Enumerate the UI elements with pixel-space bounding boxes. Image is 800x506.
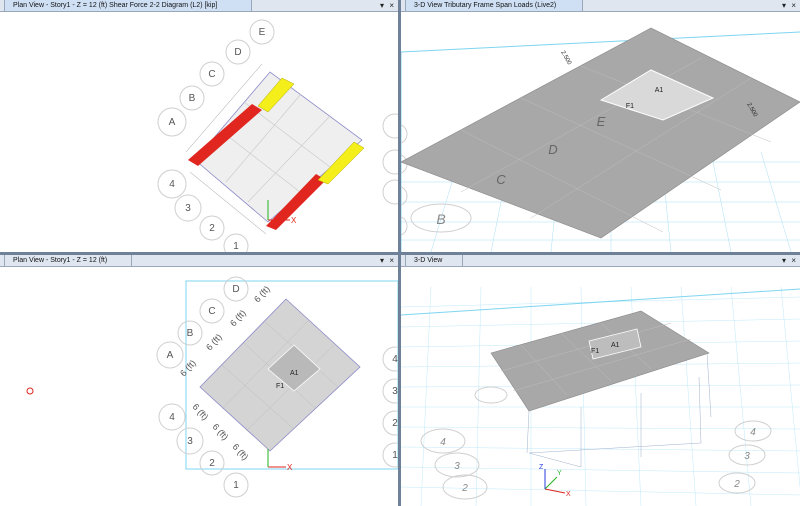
frame-label: F1	[276, 383, 284, 390]
slab-3d	[490, 310, 710, 412]
viewport-canvas[interactable]: A1 F1 4 3 2 4 3 2 X Y Z	[401, 267, 800, 506]
axis-y-line	[544, 476, 558, 490]
grid-bubble-label: 1	[233, 241, 239, 252]
frame-label: F1	[591, 348, 599, 355]
pane-3d-loads[interactable]: 3-D View Tributary Frame Span Loads (Liv…	[401, 0, 800, 252]
load-value-label: 2.500	[559, 50, 572, 67]
pane-tab-title[interactable]: Plan View - Story1 - Z = 12 (ft) Shear F…	[4, 0, 252, 11]
area-label: A1	[611, 342, 620, 349]
grid-number-bubbles-right	[382, 113, 398, 205]
dimension-label: 6 (ft)	[228, 308, 248, 328]
grid-bubble-label: 1	[233, 480, 239, 491]
grid-bubble-label: A	[169, 117, 176, 128]
slab-3d	[401, 27, 800, 239]
grid-boundary-line	[401, 288, 800, 316]
dimension-label: 6 (ft)	[204, 332, 224, 352]
axis-x-label: X	[287, 463, 293, 472]
grid-bubble-label: B	[187, 328, 194, 339]
pane-tab-bar: 3-D View ▾ ×	[401, 255, 800, 267]
pin-icon[interactable]: ▾	[380, 255, 384, 266]
viewport-canvas[interactable]: A B C D E 4 3 2 1 X	[0, 12, 398, 252]
grid-bubble-label: 4	[169, 179, 175, 190]
grid-bubble-label: E	[259, 27, 266, 38]
axis-z-label: Z	[539, 464, 544, 471]
grid-bubble-label: 3	[187, 436, 193, 447]
grid-bubble-label: 2	[392, 418, 398, 429]
origin-marker	[26, 387, 34, 395]
pane-tab-bar: Plan View - Story1 - Z = 12 (ft) Shear F…	[0, 0, 398, 12]
plan-shear-svg: A B C D E 4 3 2 1 X	[157, 19, 398, 252]
axis-x-line	[544, 488, 566, 494]
close-icon[interactable]: ×	[389, 0, 394, 11]
area-label: A1	[655, 87, 664, 94]
grid-bubble-label: B	[189, 93, 196, 104]
close-icon[interactable]: ×	[791, 255, 796, 266]
grid-bubbles	[420, 386, 772, 500]
3d-svg: A1 F1 4 3 2 4 3 2 X Y Z	[401, 286, 800, 506]
viewport-canvas[interactable]: A B C D 4 3 2 1 4 3 2 1 A1 F1 6 (ft) 6 (…	[0, 267, 398, 506]
pane-tab-title[interactable]: 3-D View Tributary Frame Span Loads (Liv…	[405, 0, 583, 11]
grid-letter-label: C	[496, 172, 506, 187]
dimension-label: 6 (ft)	[231, 442, 251, 462]
grid-boundary-line	[401, 31, 800, 53]
grid-bubble-label: 3	[185, 203, 191, 214]
pane-tab-bar: Plan View - Story1 - Z = 12 (ft) ▾ ×	[0, 255, 398, 267]
pin-icon[interactable]: ▾	[782, 0, 786, 11]
axis-x-label: X	[291, 216, 297, 225]
close-icon[interactable]: ×	[791, 0, 796, 11]
pane-plan-shear[interactable]: Plan View - Story1 - Z = 12 (ft) Shear F…	[0, 0, 398, 252]
grid-bubble-label: B	[436, 211, 445, 227]
close-icon[interactable]: ×	[389, 255, 394, 266]
axis-y-label: Y	[557, 470, 562, 477]
grid-letter-label: E	[597, 114, 606, 129]
grid-bubble-label: 3	[454, 461, 460, 472]
grid-bubble-label: C	[208, 306, 215, 317]
grid-bubble-label: 2	[209, 458, 215, 469]
pane-tab-title[interactable]: 3-D View	[405, 255, 463, 266]
grid-bubble-label: 1	[392, 450, 398, 461]
dimension-label: 6 (ft)	[191, 402, 211, 422]
grid-bubble-label: 3	[392, 386, 398, 397]
pane-plan[interactable]: Plan View - Story1 - Z = 12 (ft) ▾ × A B…	[0, 255, 398, 506]
grid-bubble-label: D	[232, 284, 239, 295]
pane-tab-title[interactable]: Plan View - Story1 - Z = 12 (ft)	[4, 255, 132, 266]
grid-bubble-label: 4	[169, 412, 175, 423]
grid-letter-label: D	[548, 142, 557, 157]
grid-bubble-label: 2	[461, 483, 468, 494]
dimension-label: 6 (ft)	[252, 284, 272, 304]
grid-bubble-label: 4	[750, 427, 756, 438]
plan-svg: A B C D 4 3 2 1 4 3 2 1 A1 F1 6 (ft) 6 (…	[26, 276, 398, 498]
dimension-label: 6 (ft)	[211, 422, 231, 442]
pin-icon[interactable]: ▾	[782, 255, 786, 266]
grid-bubble-label: A	[167, 350, 174, 361]
3d-loads-svg: B A1 F1 E D C 2.500 2.500	[401, 27, 800, 252]
pane-tab-bar: 3-D View Tributary Frame Span Loads (Liv…	[401, 0, 800, 12]
pane-3d[interactable]: 3-D View ▾ × A1 F1 4 3 2 4 3 2 X Y Z	[401, 255, 800, 506]
grid-bubble-label: 3	[744, 451, 750, 462]
grid-bubble-label: 2	[733, 479, 740, 490]
area-label: A1	[290, 370, 299, 377]
grid-bubble-label: D	[234, 47, 241, 58]
grid-bubble-label: 2	[209, 223, 215, 234]
grid-bubble-label: 4	[440, 437, 446, 448]
grid-bubble-label: 4	[392, 354, 398, 365]
frame-label: F1	[626, 103, 634, 110]
axis-x-label: X	[566, 491, 571, 498]
pin-icon[interactable]: ▾	[380, 0, 384, 11]
viewport-canvas[interactable]: B A1 F1 E D C 2.500 2.500	[401, 12, 800, 252]
grid-bubble-label: C	[208, 69, 215, 80]
